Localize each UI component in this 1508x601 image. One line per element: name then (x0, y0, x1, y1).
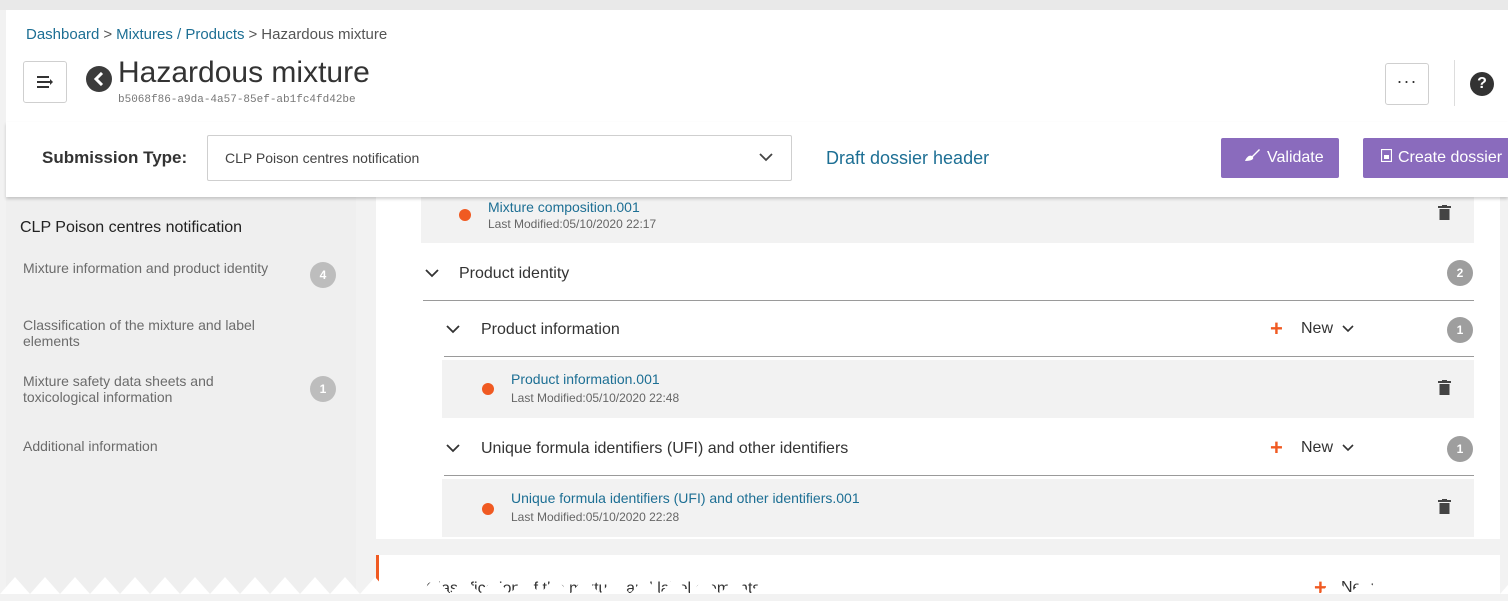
window-top-strip (0, 0, 1508, 10)
breadcrumb-separator: > (248, 26, 258, 43)
section-product-identity[interactable]: Product identity (459, 265, 569, 283)
submission-type-select[interactable]: CLP Poison centres notification (207, 135, 792, 181)
status-dot (482, 383, 494, 395)
new-record-button[interactable]: New (1301, 320, 1333, 338)
chevron-down-icon[interactable] (446, 325, 460, 334)
chevron-down-icon[interactable] (1342, 444, 1354, 452)
section-count-badge: 1 (1447, 317, 1473, 343)
record-last-modified: Last Modified:05/10/2020 22:17 (488, 217, 657, 231)
record-row-product-information[interactable]: Product information.001 Last Modified:05… (442, 360, 1474, 418)
record-last-modified: Last Modified:05/10/2020 22:28 (511, 510, 680, 524)
section-count-badge: 2 (1447, 260, 1473, 286)
chevron-down-icon[interactable] (1342, 325, 1354, 333)
chevron-down-icon[interactable] (446, 444, 460, 453)
record-row-ufi[interactable]: Unique formula identifiers (UFI) and oth… (442, 479, 1474, 537)
more-options-button[interactable]: ··· (1385, 63, 1429, 105)
sidebar: CLP Poison centres notification Mixture … (6, 197, 356, 594)
trash-icon[interactable] (1438, 380, 1451, 395)
help-icon[interactable]: ? (1470, 72, 1494, 96)
back-button[interactable] (86, 66, 112, 92)
trash-icon[interactable] (1438, 205, 1451, 220)
breadcrumb-dashboard-link[interactable]: Dashboard (26, 26, 99, 43)
plus-icon[interactable]: + (1270, 318, 1283, 340)
sidebar-item-count-badge: 1 (310, 376, 336, 402)
torn-edge-decoration (0, 577, 1508, 594)
sidebar-item-count-badge: 4 (310, 262, 336, 288)
brush-icon (1243, 138, 1261, 178)
page-title: Hazardous mixture (118, 56, 370, 89)
status-dot (482, 503, 494, 515)
main-content: Mixture composition.001 Last Modified:05… (376, 197, 1500, 539)
sidebar-item-safety-data-sheets[interactable]: Mixture safety data sheets and toxicolog… (23, 373, 273, 405)
draft-dossier-header-link[interactable]: Draft dossier header (826, 148, 989, 169)
chevron-down-icon[interactable] (425, 269, 439, 278)
sidebar-toggle-button[interactable] (23, 61, 67, 103)
create-dossier-label: Create dossier (1398, 149, 1503, 166)
breadcrumb-current: Hazardous mixture (261, 26, 388, 43)
submission-type-label: Submission Type: (42, 148, 188, 167)
section-divider (423, 300, 1474, 301)
record-row-mixture-composition[interactable]: Mixture composition.001 Last Modified:05… (421, 197, 1474, 243)
record-title-link[interactable]: Product information.001 (511, 371, 660, 387)
sidebar-item-mixture-information[interactable]: Mixture information and product identity (23, 260, 273, 276)
submission-type-value: CLP Poison centres notification (225, 150, 420, 166)
submission-bar: Submission Type: CLP Poison centres noti… (6, 122, 1508, 197)
page-header: Dashboard > Mixtures / Products > Hazardous … (6, 10, 1508, 123)
record-last-modified: Last Modified:05/10/2020 22:48 (511, 391, 680, 405)
header-divider (1454, 60, 1455, 106)
sidebar-title: CLP Poison centres notification (20, 219, 243, 236)
entity-uuid: b5068f86-a9da-4a57-85ef-ab1fc4fd42be (118, 94, 356, 106)
create-dossier-button[interactable]: Create dossier (1363, 138, 1508, 178)
section-ufi[interactable]: Unique formula identifiers (UFI) and oth… (481, 440, 848, 458)
section-divider (444, 475, 1474, 476)
menu-icon (37, 76, 53, 88)
record-title-link[interactable]: Mixture composition.001 (488, 199, 640, 215)
document-icon (1380, 138, 1393, 178)
status-dot (459, 209, 471, 221)
breadcrumb-mixtures-link[interactable]: Mixtures / Products (116, 26, 244, 43)
section-product-information[interactable]: Product information (481, 321, 620, 339)
new-record-button[interactable]: New (1301, 439, 1333, 457)
validate-label: Validate (1267, 149, 1324, 166)
breadcrumb: Dashboard > Mixtures / Products > Hazardous … (26, 26, 387, 43)
breadcrumb-separator: > (103, 26, 113, 43)
record-title-link[interactable]: Unique formula identifiers (UFI) and oth… (511, 490, 860, 506)
sidebar-item-classification[interactable]: Classification of the mixture and label … (23, 317, 273, 349)
chevron-left-icon (93, 72, 104, 86)
sidebar-item-additional-information[interactable]: Additional information (23, 438, 273, 454)
plus-icon[interactable]: + (1270, 437, 1283, 459)
section-divider (444, 356, 1474, 357)
trash-icon[interactable] (1438, 499, 1451, 514)
chevron-down-icon (759, 153, 773, 162)
section-count-badge: 1 (1447, 436, 1473, 462)
validate-button[interactable]: Validate (1221, 138, 1339, 178)
